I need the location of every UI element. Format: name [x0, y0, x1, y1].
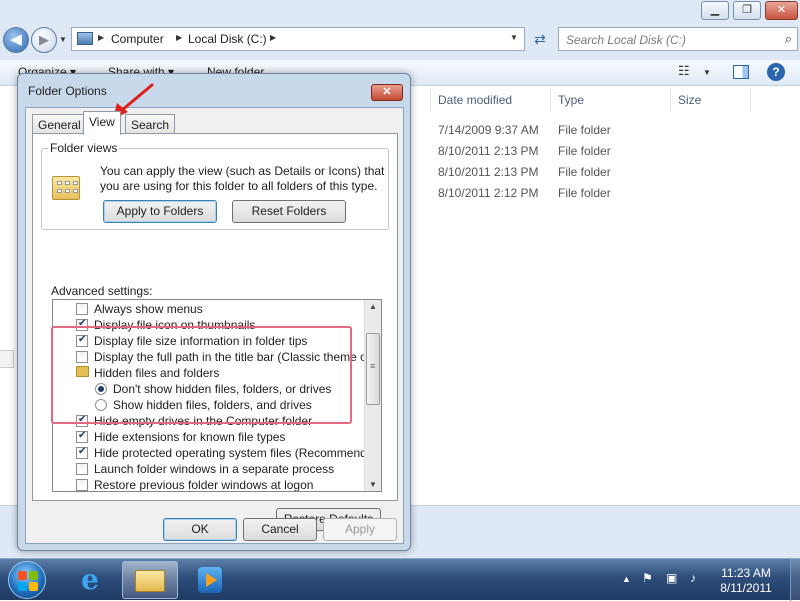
address-bar[interactable]: ▶ Computer ▶ Local Disk (C:) ▶ ▼	[71, 27, 525, 51]
checkbox[interactable]	[76, 430, 88, 443]
volume-icon[interactable]: ♪	[690, 571, 696, 585]
column-divider[interactable]	[550, 88, 551, 112]
taskbar-windows-explorer[interactable]	[122, 561, 178, 599]
taskbar-media-player[interactable]	[184, 561, 240, 599]
column-divider[interactable]	[750, 88, 751, 112]
explorer-title-bar: ▁ ❐ ✕	[0, 0, 800, 24]
media-player-icon	[198, 567, 222, 593]
file-date: 8/10/2011 2:13 PM	[438, 144, 539, 158]
file-row[interactable]: 8/10/2011 2:13 PM File folder	[430, 162, 800, 183]
search-placeholder: Search Local Disk (C:)	[566, 33, 687, 47]
clock-time: 11:23 AM	[721, 566, 771, 580]
help-icon[interactable]: ?	[767, 63, 785, 81]
folder-views-icon	[52, 176, 80, 200]
folder-options-dialog: Folder Options ✕ General View Search Fol…	[17, 73, 411, 551]
clock-date: 8/11/2011	[720, 581, 772, 595]
system-clock[interactable]: 11:23 AM 8/11/2011	[710, 566, 782, 596]
breadcrumb-chevron-icon[interactable]: ▶	[176, 33, 182, 42]
file-row[interactable]: 8/10/2011 2:13 PM File folder	[430, 141, 800, 162]
advanced-settings-label: Advanced settings:	[51, 284, 153, 298]
cancel-button[interactable]: Cancel	[243, 518, 317, 541]
apply-button[interactable]: Apply	[323, 518, 397, 541]
breadcrumb-chevron-icon[interactable]: ▶	[98, 33, 104, 42]
column-size[interactable]: Size	[678, 93, 701, 107]
breadcrumb-chevron-icon[interactable]: ▶	[270, 33, 276, 42]
taskbar: e ▲ ⚑ ▣ ♪ 11:23 AM 8/11/2011	[0, 558, 800, 601]
computer-icon	[77, 32, 93, 45]
address-row: ◀ ▶ ▼ ▶ Computer ▶ Local Disk (C:) ▶ ▼ ⇄…	[0, 24, 800, 60]
scroll-up-arrow-icon[interactable]: ▲	[369, 302, 377, 311]
file-date: 7/14/2009 9:37 AM	[438, 123, 539, 137]
file-row[interactable]: 7/14/2009 9:37 AM File folder	[430, 120, 800, 141]
file-date: 8/10/2011 2:13 PM	[438, 165, 539, 179]
checkbox[interactable]	[76, 463, 88, 475]
search-input[interactable]: Search Local Disk (C:) ⌕	[558, 27, 798, 51]
scrollbar-thumb[interactable]: ≡	[366, 333, 380, 405]
breadcrumb-local-disk[interactable]: Local Disk (C:)	[188, 32, 267, 46]
network-icon[interactable]: ▣	[666, 571, 677, 585]
folder-views-group: Folder views You can apply the view (suc…	[41, 141, 389, 230]
show-desktop-button[interactable]	[790, 559, 800, 601]
tab-general[interactable]: General	[32, 114, 87, 134]
refresh-icon[interactable]: ⇄	[528, 27, 552, 51]
apply-to-folders-button[interactable]: Apply to Folders	[103, 200, 217, 223]
checkbox[interactable]	[76, 303, 88, 315]
checkbox[interactable]	[76, 479, 88, 491]
internet-explorer-icon: e	[81, 563, 99, 596]
file-type: File folder	[558, 144, 611, 158]
advanced-settings-scrollbar[interactable]: ▲ ≡ ▼	[364, 300, 381, 491]
show-hidden-icons-icon[interactable]: ▲	[622, 574, 631, 584]
setting-label: Restore previous folder windows at logon	[94, 478, 314, 492]
dialog-close-button[interactable]: ✕	[371, 84, 403, 101]
taskbar-internet-explorer[interactable]: e	[63, 561, 119, 599]
setting-label: Hide protected operating system files (R…	[94, 446, 382, 460]
column-type[interactable]: Type	[558, 93, 584, 107]
minimize-button[interactable]: ▁	[701, 1, 729, 20]
back-button[interactable]: ◀	[3, 27, 29, 53]
action-center-flag-icon[interactable]: ⚑	[642, 571, 653, 585]
grip-icon: ≡	[370, 361, 376, 371]
address-dropdown-icon[interactable]: ▼	[510, 33, 518, 42]
folder-views-description: You can apply the view (such as Details …	[100, 164, 385, 193]
windows-explorer-icon	[135, 570, 165, 592]
setting-label: Launch folder windows in a separate proc…	[94, 462, 335, 476]
windows-logo-icon	[18, 571, 27, 580]
annotation-highlight-box	[51, 326, 352, 424]
navigation-pane-splitter[interactable]	[0, 350, 14, 368]
column-divider[interactable]	[670, 88, 671, 112]
scroll-down-arrow-icon[interactable]: ▼	[369, 480, 377, 489]
change-view-icon[interactable]: ☷	[678, 63, 690, 79]
search-icon[interactable]: ⌕	[785, 31, 792, 47]
file-type: File folder	[558, 165, 611, 179]
view-tab-page: Folder views You can apply the view (suc…	[32, 133, 398, 531]
ok-button[interactable]: OK	[163, 518, 237, 541]
dialog-title: Folder Options	[28, 84, 107, 98]
file-date: 8/10/2011 2:12 PM	[438, 186, 539, 200]
folder-views-legend: Folder views	[48, 141, 120, 155]
column-header: Date modified Type Size	[430, 88, 800, 112]
file-type: File folder	[558, 186, 611, 200]
checkbox[interactable]	[76, 446, 88, 459]
recent-pages-dropdown[interactable]: ▼	[59, 35, 67, 44]
setting-label: Always show menus	[94, 302, 203, 316]
column-date-modified[interactable]: Date modified	[438, 93, 512, 107]
maximize-button[interactable]: ❐	[733, 1, 761, 20]
reset-folders-button[interactable]: Reset Folders	[232, 200, 346, 223]
start-button[interactable]	[8, 561, 46, 599]
tab-search[interactable]: Search	[125, 114, 176, 134]
column-divider[interactable]	[430, 88, 431, 112]
setting-label: Hide extensions for known file types	[94, 430, 286, 444]
view-dropdown-icon[interactable]: ▼	[703, 68, 711, 77]
forward-button[interactable]: ▶	[31, 27, 57, 53]
breadcrumb-computer[interactable]: Computer	[111, 32, 164, 46]
file-type: File folder	[558, 123, 611, 137]
close-button[interactable]: ✕	[765, 1, 798, 20]
file-row[interactable]: 8/10/2011 2:12 PM File folder	[430, 183, 800, 204]
preview-pane-icon[interactable]	[733, 65, 749, 79]
tab-view[interactable]: View	[83, 111, 121, 135]
